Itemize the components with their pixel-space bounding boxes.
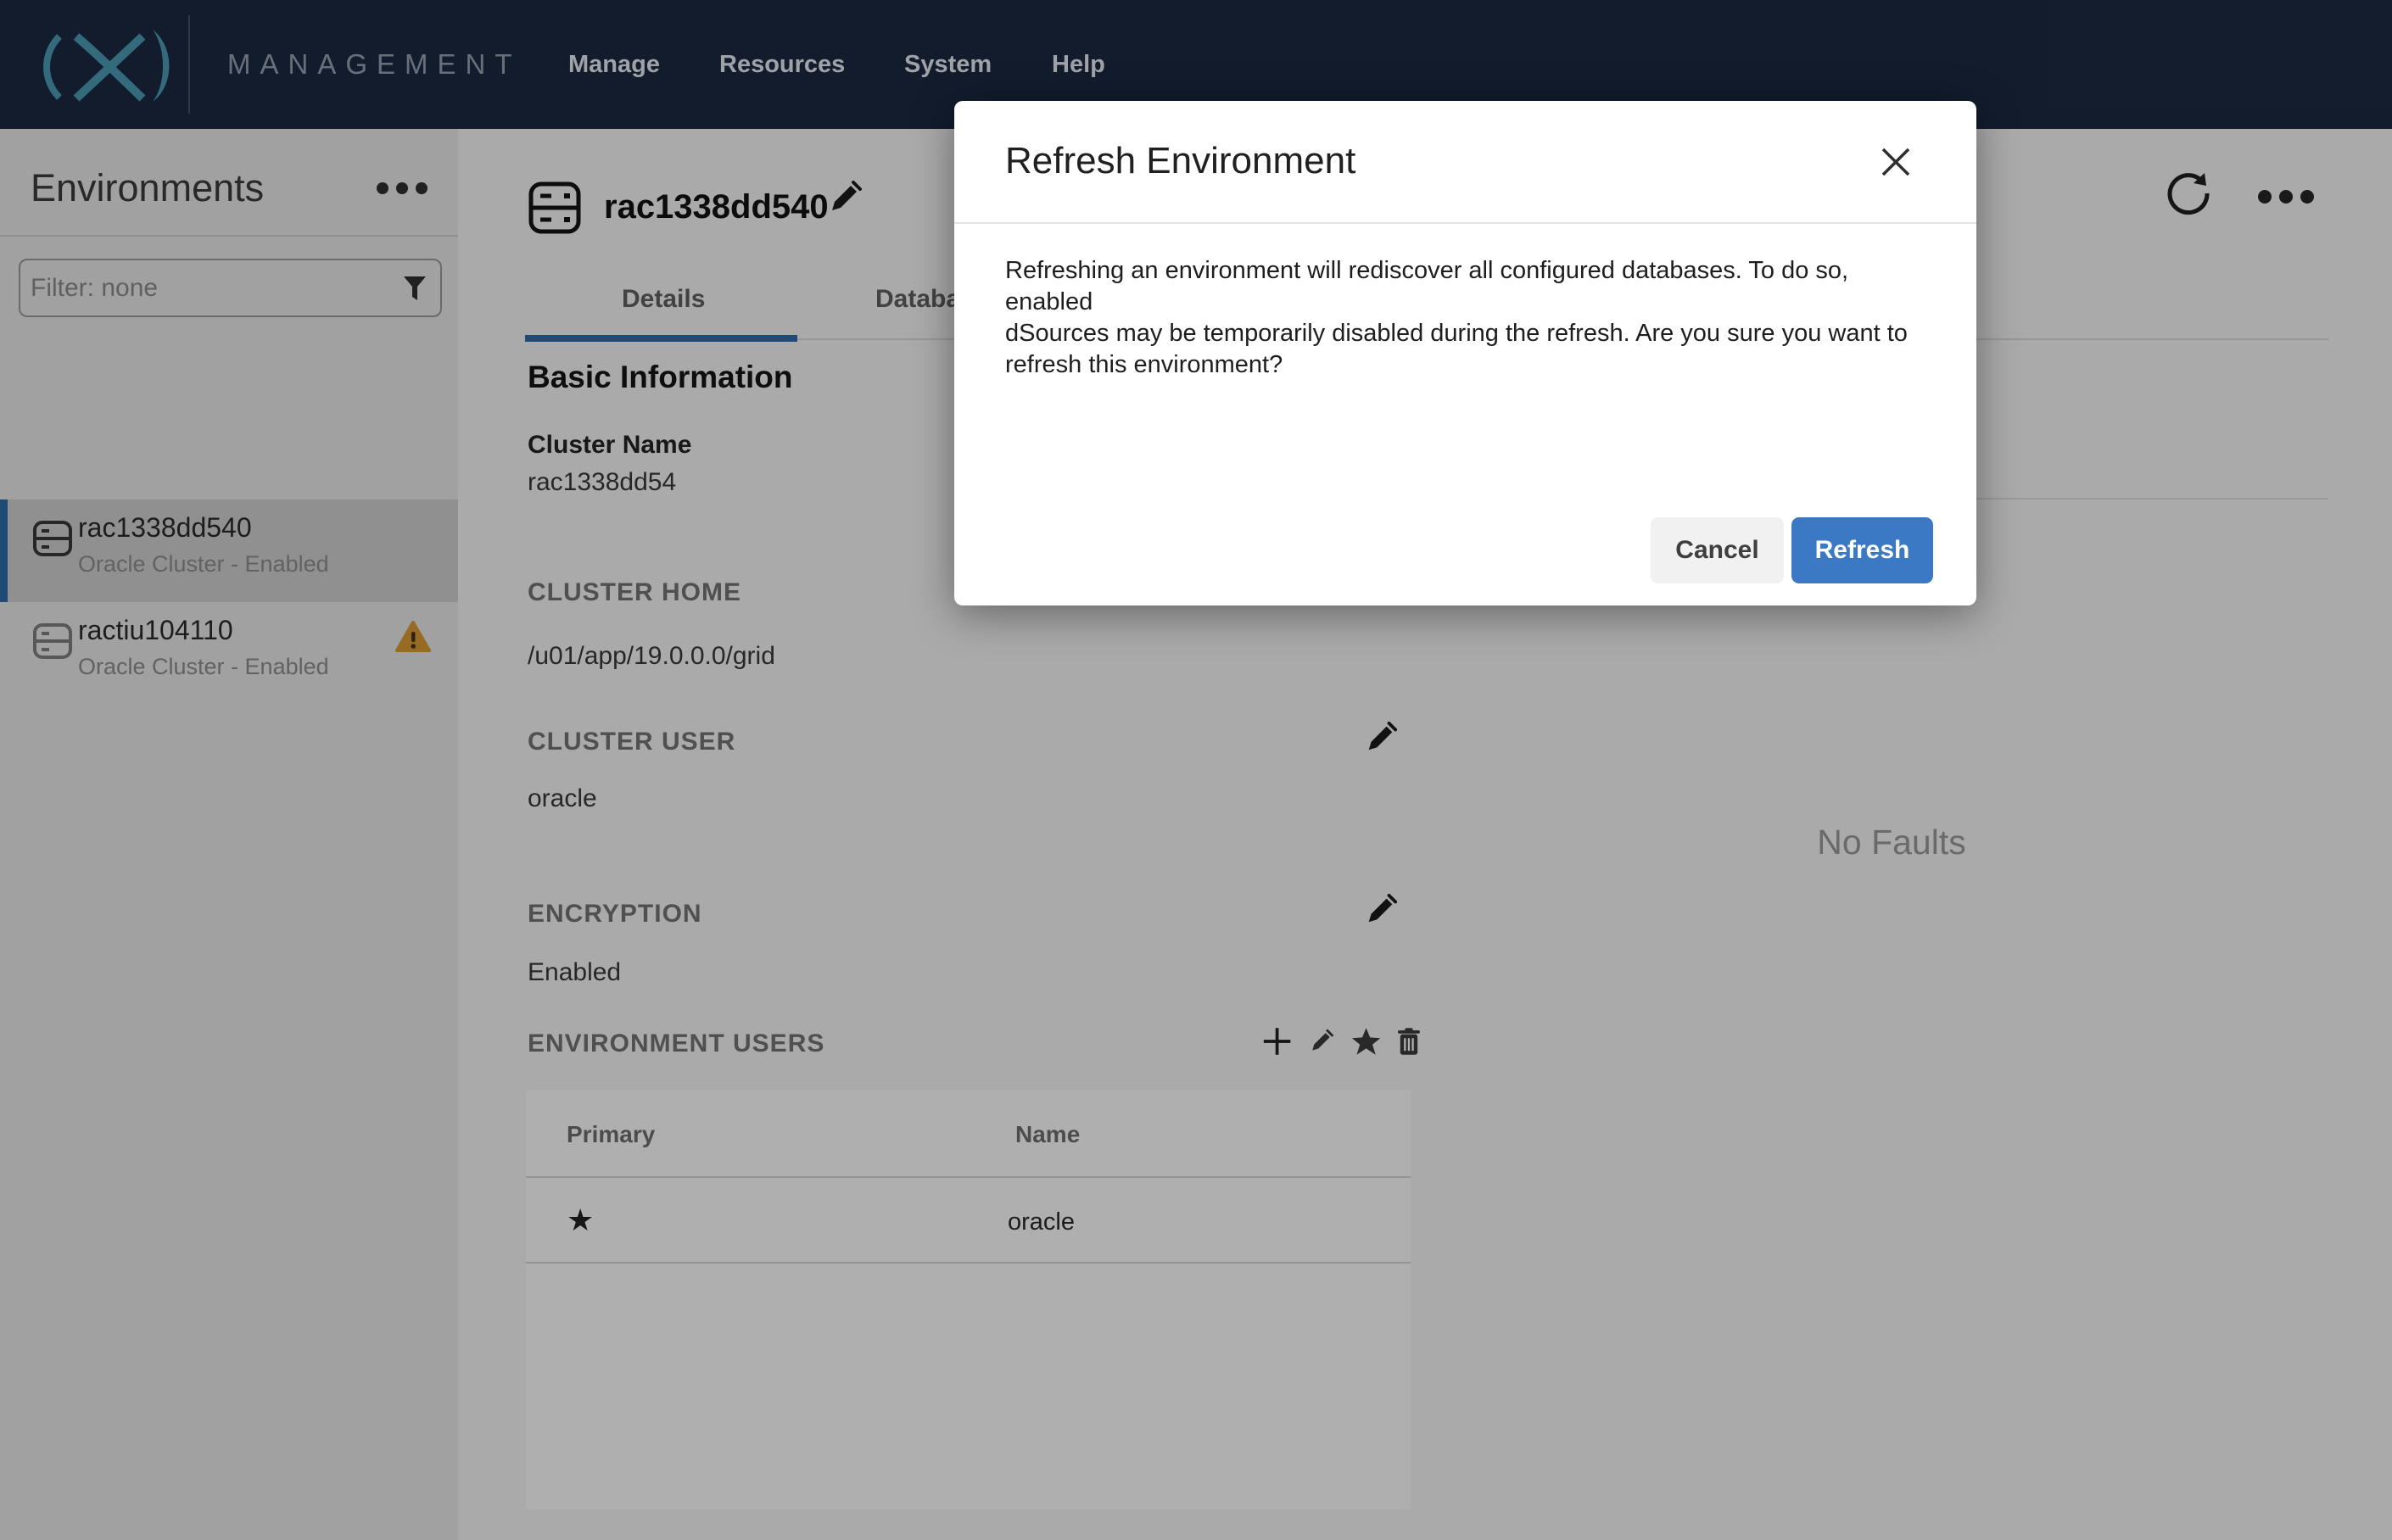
dialog-button-row: Cancel Refresh <box>954 517 1933 583</box>
dialog-body-line: dSources may be temporarily disabled dur… <box>1005 320 1908 347</box>
refresh-environment-dialog: Refresh Environment Refreshing an enviro… <box>954 101 1976 605</box>
dialog-body-line: Refreshing an environment will rediscove… <box>1005 257 1849 315</box>
cancel-button[interactable]: Cancel <box>1651 517 1784 583</box>
app-root: MANAGEMENT Manage Resources System Help … <box>0 0 2392 1540</box>
dialog-body-line: refresh this environment? <box>1005 351 1283 378</box>
refresh-button[interactable]: Refresh <box>1791 517 1933 583</box>
close-icon[interactable] <box>1879 145 1913 179</box>
dialog-header-divider <box>954 222 1976 224</box>
dialog-title: Refresh Environment <box>1005 140 1356 181</box>
dialog-body-text: Refreshing an environment will rediscove… <box>1005 255 1930 381</box>
